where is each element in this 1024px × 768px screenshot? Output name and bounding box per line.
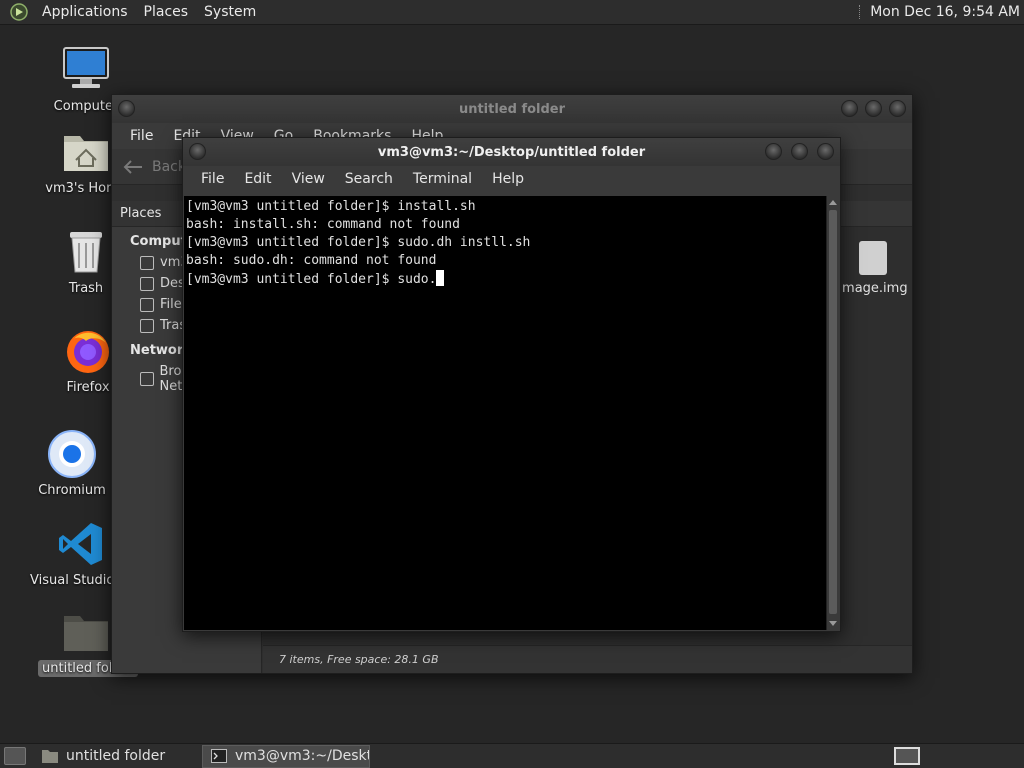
taskbar-item-label: vm3@vm3:~/Deskt... [235, 748, 369, 764]
disk-image-icon [859, 241, 887, 275]
window-title: untitled folder [458, 101, 566, 117]
close-button[interactable] [817, 143, 834, 160]
clock-area: Mon Dec 16, 9:54 AM [859, 0, 1024, 25]
workspace-switcher[interactable] [894, 747, 920, 765]
computer-icon [63, 47, 109, 88]
menu-edit[interactable]: Edit [234, 171, 281, 187]
menu-view[interactable]: View [282, 171, 335, 187]
trash-icon [70, 232, 102, 273]
mate-logo-icon[interactable] [10, 3, 28, 21]
window-menu-button[interactable] [118, 100, 135, 117]
menu-file[interactable]: File [120, 128, 163, 144]
network-icon [140, 372, 154, 386]
trash-icon [140, 318, 154, 333]
places-menu[interactable]: Places [136, 0, 197, 25]
window-title: vm3@vm3:~/Desktop/untitled folder [377, 144, 646, 160]
back-label: Back [152, 158, 186, 175]
clock[interactable]: Mon Dec 16, 9:54 AM [870, 4, 1020, 20]
scroll-thumb[interactable] [829, 210, 837, 614]
show-desktop-button[interactable] [4, 747, 26, 765]
terminal-icon [211, 749, 227, 763]
bottom-panel: untitled folder vm3@vm3:~/Deskt... [0, 743, 1024, 768]
folder-icon [42, 750, 58, 763]
terminal-titlebar[interactable]: vm3@vm3:~/Desktop/untitled folder [183, 138, 840, 166]
menu-help[interactable]: Help [482, 171, 534, 187]
text-cursor [436, 270, 445, 286]
drive-icon [140, 297, 154, 312]
system-menu[interactable]: System [196, 0, 264, 25]
terminal-line: [vm3@vm3 untitled folder]$ sudo. [186, 272, 437, 287]
minimize-button[interactable] [841, 100, 858, 117]
minimize-button[interactable] [765, 143, 782, 160]
applications-menu[interactable]: Applications [34, 0, 136, 25]
terminal-screen[interactable]: [vm3@vm3 untitled folder]$ install.sh bas… [184, 196, 827, 630]
menu-terminal[interactable]: Terminal [403, 171, 482, 187]
maximize-button[interactable] [791, 143, 808, 160]
scroll-up-arrow-icon[interactable] [829, 200, 837, 205]
panel-separator [859, 5, 861, 19]
file-item[interactable]: image.img [833, 241, 913, 296]
home-folder-icon [64, 136, 108, 171]
window-menu-button[interactable] [189, 143, 206, 160]
desktop-icon-chromium[interactable]: Chromium [24, 430, 120, 499]
back-button[interactable]: Back [122, 159, 186, 175]
taskbar-item-file-manager[interactable]: untitled folder [34, 745, 194, 768]
desktop-icon-label: Firefox [66, 380, 110, 395]
top-panel: Applications Places System Mon Dec 16, 9… [0, 0, 1024, 25]
desktop-icon-label: Trash [68, 281, 104, 296]
terminal-window: vm3@vm3:~/Desktop/untitled folder File E… [182, 137, 841, 632]
close-button[interactable] [889, 100, 906, 117]
terminal-line: [vm3@vm3 untitled folder]$ install.sh [186, 199, 476, 214]
terminal-line: [vm3@vm3 untitled folder]$ sudo.dh instl… [186, 235, 531, 250]
taskbar-item-label: untitled folder [66, 748, 166, 764]
menu-file[interactable]: File [191, 171, 234, 187]
vscode-icon [59, 523, 102, 565]
terminal-scrollbar[interactable] [826, 196, 839, 630]
chromium-icon [48, 430, 96, 478]
menu-search[interactable]: Search [335, 171, 403, 187]
folder-icon [64, 616, 108, 651]
home-icon [140, 255, 154, 270]
file-item-label: image.img [838, 281, 908, 296]
maximize-button[interactable] [865, 100, 882, 117]
desktop-icon [140, 276, 154, 291]
firefox-icon [67, 331, 109, 373]
taskbar-item-terminal[interactable]: vm3@vm3:~/Deskt... [202, 744, 370, 768]
terminal-menubar: File Edit View Search Terminal Help [183, 166, 840, 192]
desktop-icon-label: Chromium [38, 483, 106, 498]
status-bar: 7 items, Free space: 28.1 GB [263, 645, 912, 673]
terminal-prompt-line: [vm3@vm3 untitled folder]$ sudo. [186, 270, 825, 289]
file-manager-titlebar[interactable]: untitled folder [112, 95, 912, 123]
back-arrow-icon [123, 159, 142, 174]
terminal-line: bash: sudo.dh: command not found [186, 253, 437, 268]
scroll-down-arrow-icon[interactable] [829, 621, 837, 626]
terminal-line: bash: install.sh: command not found [186, 217, 460, 232]
